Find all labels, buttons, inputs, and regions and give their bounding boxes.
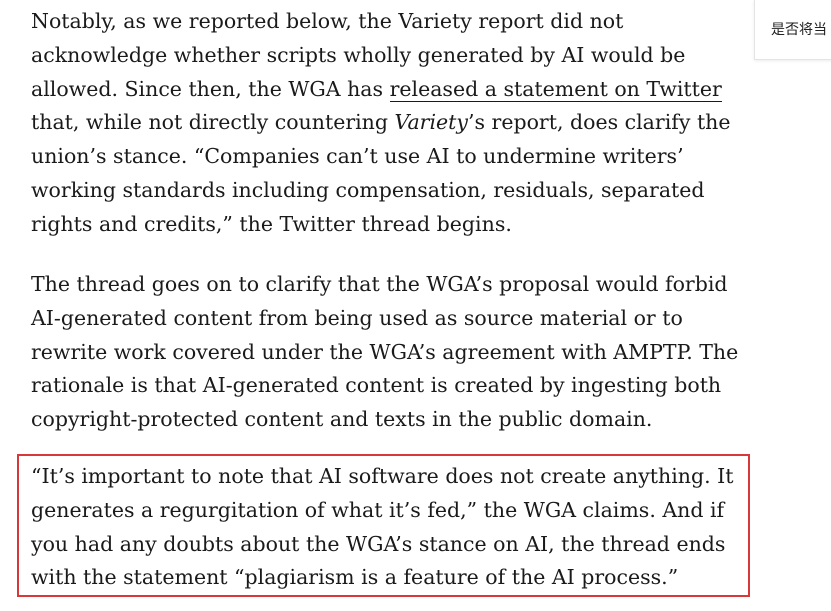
- paragraph-3-highlighted-quote: “It’s important to note that AI software…: [31, 464, 734, 590]
- variety-italic: Variety: [394, 110, 468, 135]
- twitter-statement-link[interactable]: released a statement on Twitter: [389, 76, 722, 102]
- translate-popup[interactable]: 是否将当: [754, 0, 831, 60]
- translate-popup-text: 是否将当: [771, 22, 827, 38]
- paragraph-2: The thread goes on to clarify that the W…: [31, 272, 739, 432]
- paragraph-1-text-middle: that, while not directly countering: [31, 110, 395, 135]
- article-body: Notably, as we reported below, the Varie…: [31, 5, 759, 589]
- paragraph-1: Notably, as we reported below, the Varie…: [31, 5, 759, 242]
